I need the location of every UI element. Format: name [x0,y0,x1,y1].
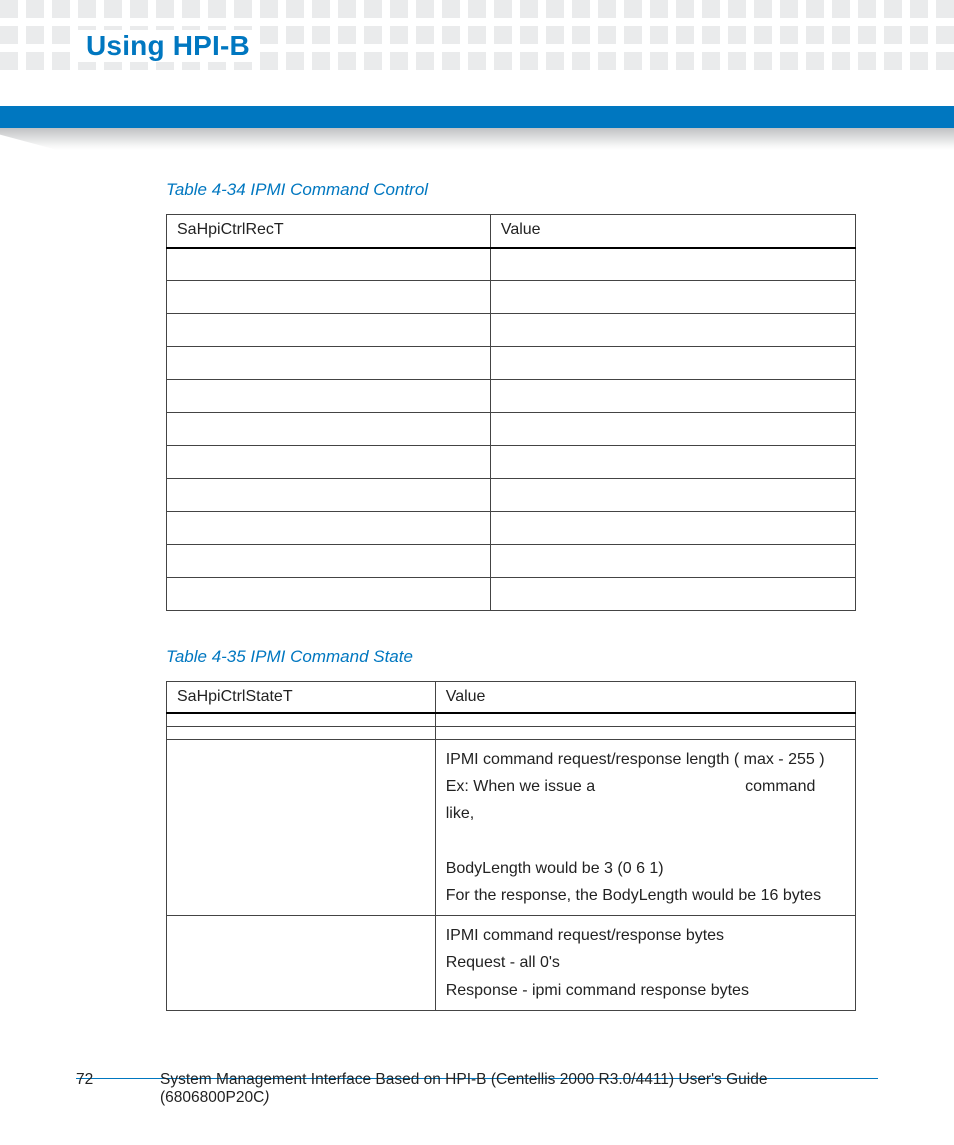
cell-line: Response - ipmi command response bytes [446,977,845,1004]
table-cell [490,347,855,380]
table-cell [490,281,855,314]
table-row [167,281,856,314]
table-cell: IPMI command request/response length ( m… [435,740,855,916]
cell-blank-line [446,828,845,855]
cell-text: Ex: When we issue a [446,778,595,795]
table-cell [490,512,855,545]
table-cell [435,713,855,727]
table-cell [490,479,855,512]
table-header-cell: SaHpiCtrlStateT [167,682,436,714]
table-row: SaHpiCtrlStateT Value [167,682,856,714]
table-cell [167,740,436,916]
table-row [167,380,856,413]
footer-text: System Management Interface Based on HPI… [160,1071,878,1107]
table-row: IPMI command request/response bytes Requ… [167,916,856,1011]
cell-line: Request - all 0's [446,949,845,976]
table-cell [167,248,491,281]
table-cell [167,713,436,727]
table-cell [167,578,491,611]
table-row [167,713,856,727]
cell-line: IPMI command request/response length ( m… [446,746,845,773]
table-row [167,479,856,512]
footer-text-suffix: ) [264,1089,269,1106]
cell-line: IPMI command request/response bytes [446,922,845,949]
main-content: Table 4-34 IPMI Command Control SaHpiCtr… [166,180,878,1045]
table-cell [167,916,436,1011]
table-4-35-caption: Table 4-35 IPMI Command State [166,647,878,667]
table-cell [167,281,491,314]
table-cell [167,545,491,578]
table-cell [490,314,855,347]
table-cell [167,347,491,380]
header-shadow [0,128,954,150]
table-cell [167,479,491,512]
page-number: 72 [76,1071,160,1107]
header-blue-bar [0,106,954,128]
table-row [167,446,856,479]
footer: 72 System Management Interface Based on … [76,1071,878,1107]
table-header-cell: SaHpiCtrlRecT [167,215,491,248]
cell-line: BodyLength would be 3 (0 6 1) [446,855,845,882]
table-row: IPMI command request/response length ( m… [167,740,856,916]
table-row: SaHpiCtrlRecT Value [167,215,856,248]
table-cell [490,380,855,413]
table-row [167,545,856,578]
table-row [167,248,856,281]
table-cell [167,727,436,740]
table-cell [490,578,855,611]
table-row [167,512,856,545]
table-cell [490,446,855,479]
table-cell: IPMI command request/response bytes Requ… [435,916,855,1011]
table-cell [490,545,855,578]
table-cell [435,727,855,740]
footer-text-main: System Management Interface Based on HPI… [160,1071,767,1106]
page-title: Using HPI-B [76,30,260,62]
table-row [167,413,856,446]
table-cell [490,248,855,281]
table-4-34-caption: Table 4-34 IPMI Command Control [166,180,878,200]
table-cell [490,413,855,446]
table-cell [167,446,491,479]
table-header-cell: Value [490,215,855,248]
table-cell [167,380,491,413]
table-4-34: SaHpiCtrlRecT Value [166,214,856,611]
table-header-cell: Value [435,682,855,714]
table-row [167,314,856,347]
table-4-35: SaHpiCtrlStateT Value IPMI command reque… [166,681,856,1011]
table-cell [167,512,491,545]
table-row [167,347,856,380]
table-cell [167,413,491,446]
cell-line: For the response, the BodyLength would b… [446,882,845,909]
cell-line: Ex: When we issue acommand like, [446,773,845,827]
table-row [167,578,856,611]
table-cell [167,314,491,347]
table-row [167,727,856,740]
